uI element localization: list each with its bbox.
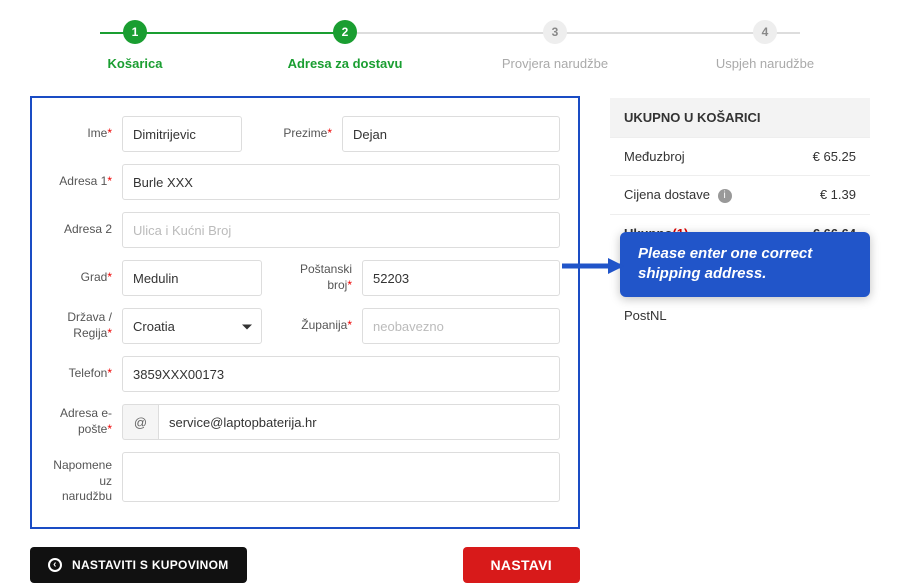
label-drzava: Država / Regija* [50, 310, 112, 341]
input-napomene[interactable] [122, 452, 560, 502]
label-telefon: Telefon* [50, 366, 112, 382]
step-4-circle: 4 [753, 20, 777, 44]
step-4-label: Uspjeh narudžbe [716, 56, 814, 71]
label-napomene: Napomene uz narudžbu [50, 452, 112, 505]
step-1-label: Košarica [108, 56, 163, 71]
input-adresa1[interactable] [122, 164, 560, 200]
continue-shopping-label: NASTAVITI S KUPOVINOM [72, 558, 229, 572]
label-zupanija: Županija* [272, 318, 352, 334]
step-3-circle: 3 [543, 20, 567, 44]
back-arrow-icon: ‹ [48, 558, 62, 572]
label-email: Adresa e-pošte* [50, 406, 112, 437]
subtotal-value: € 65.25 [813, 149, 856, 164]
label-adresa2: Adresa 2 [50, 222, 112, 238]
info-icon[interactable]: i [718, 189, 732, 203]
step-2-circle: 2 [333, 20, 357, 44]
at-icon: @ [122, 404, 158, 440]
shipping-cost-label: Cijena dostave i [624, 187, 732, 203]
subtotal-label: Međuzbroj [624, 149, 685, 164]
step-3: 3 Provjera narudžbe [490, 20, 620, 71]
label-grad: Grad* [50, 270, 112, 286]
step-3-label: Provjera narudžbe [502, 56, 608, 71]
continue-shopping-button[interactable]: ‹ NASTAVITI S KUPOVINOM [30, 547, 247, 583]
step-1[interactable]: 1 Košarica [70, 20, 200, 71]
input-email[interactable] [158, 404, 560, 440]
step-2[interactable]: 2 Adresa za dostavu [280, 20, 410, 71]
shipping-cost-row: Cijena dostave i € 1.39 [610, 176, 870, 215]
input-ime[interactable] [122, 116, 242, 152]
label-prezime: Prezime* [252, 126, 332, 142]
input-prezime[interactable] [342, 116, 560, 152]
order-summary: UKUPNO U KOŠARICI Međuzbroj € 65.25 Cije… [610, 96, 870, 583]
step-1-circle: 1 [123, 20, 147, 44]
next-button[interactable]: NASTAVI [463, 547, 580, 583]
input-adresa2[interactable] [122, 212, 560, 248]
callout-line2: shipping address. [638, 264, 852, 284]
callout-line1: Please enter one correct [638, 244, 852, 264]
arrow-icon [552, 254, 624, 278]
step-2-label: Adresa za dostavu [288, 56, 403, 71]
basket-total-heading: UKUPNO U KOŠARICI [610, 98, 870, 138]
input-telefon[interactable] [122, 356, 560, 392]
shipping-form: Ime* Prezime* Adresa 1* Adresa 2 Grad* [30, 96, 580, 529]
input-postanski[interactable] [362, 260, 560, 296]
shipping-cost-value: € 1.39 [820, 187, 856, 203]
label-adresa1: Adresa 1* [50, 174, 112, 190]
input-zupanija[interactable] [362, 308, 560, 344]
shipping-option[interactable]: PostNL [610, 308, 870, 323]
label-ime: Ime* [50, 126, 112, 142]
input-grad[interactable] [122, 260, 262, 296]
label-postanski: Poštanski broj* [272, 262, 352, 293]
subtotal-row: Međuzbroj € 65.25 [610, 138, 870, 176]
step-4: 4 Uspjeh narudžbe [700, 20, 830, 71]
select-drzava[interactable]: Croatia [122, 308, 262, 344]
checkout-stepper: 1 Košarica 2 Adresa za dostavu 3 Provjer… [70, 20, 830, 71]
instruction-callout: Please enter one correct shipping addres… [620, 232, 870, 297]
